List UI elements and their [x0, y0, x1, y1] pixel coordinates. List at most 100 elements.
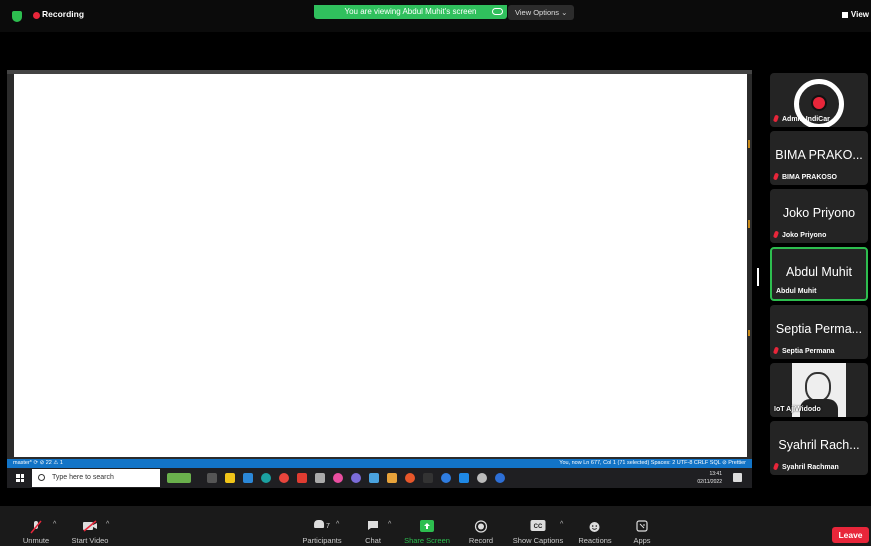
- participant-label: Septia Permana: [772, 346, 835, 355]
- avatar: [811, 95, 827, 111]
- participant-display-name: Syahril Rach...: [778, 438, 860, 452]
- apps-button[interactable]: Apps: [630, 506, 654, 546]
- grid-view-icon: [841, 12, 848, 18]
- office-icon: [297, 473, 307, 483]
- panel-resize-handle[interactable]: [757, 268, 759, 286]
- taskbar-search-box: Type here to search: [32, 469, 160, 487]
- scroll-marker: [748, 220, 750, 228]
- shared-content-area: [14, 74, 747, 457]
- viewing-share-banner: You are viewing Abdul Muhit's screen: [314, 5, 507, 19]
- participant-tile-septia-permana[interactable]: Septia Perma... Septia Permana: [770, 305, 868, 359]
- participant-label: Syahril Rachman: [772, 462, 839, 471]
- reactions-icon: [589, 522, 600, 532]
- shared-screen: [7, 70, 752, 466]
- app-icon: [477, 473, 487, 483]
- task-view-icon: [207, 473, 217, 483]
- chrome-icon: [279, 473, 289, 483]
- terminal-icon: [423, 473, 433, 483]
- status-left-text: master* ⟳ ⊘ 22 ⚠ 1: [13, 460, 63, 466]
- participants-count: 7: [326, 523, 330, 530]
- file-explorer-icon: [225, 473, 235, 483]
- participant-label: Joko Priyono: [772, 230, 826, 239]
- svg-text:CC: CC: [534, 524, 543, 530]
- view-button-label: View: [850, 10, 869, 19]
- clock-date: 02/11/2022: [697, 479, 722, 485]
- view-button[interactable]: View: [841, 10, 869, 19]
- record-button[interactable]: Record: [466, 506, 496, 546]
- scroll-marker: [748, 140, 750, 148]
- view-options-button[interactable]: View Options ⌄: [508, 5, 574, 20]
- mic-muted-icon: [772, 230, 780, 239]
- recording-label: Recording: [42, 9, 85, 19]
- participants-chevron-icon[interactable]: ^: [336, 521, 339, 528]
- captions-chevron-icon[interactable]: ^: [560, 521, 563, 528]
- start-video-button[interactable]: Start Video: [72, 506, 108, 546]
- app-icon: [387, 473, 397, 483]
- show-captions-label: Show Captions: [512, 536, 564, 545]
- meeting-toolbar: Unmute ^ Start Video ^ 7 Participants ^ …: [0, 506, 871, 546]
- participant-tile-syahril-rachman[interactable]: Syahril Rach... Syahril Rachman: [770, 421, 868, 475]
- app-icon: [333, 473, 343, 483]
- record-label: Record: [468, 536, 494, 545]
- meeting-topbar: Recording You are viewing Abdul Muhit's …: [0, 0, 871, 32]
- mic-muted-icon: [772, 172, 780, 181]
- status-right-text: You, now Ln 677, Col 1 (71 selected) Spa…: [559, 460, 746, 466]
- participants-label: Participants: [302, 536, 342, 545]
- participant-tile-iot-ajiwidodo[interactable]: IoT AjiWidodo: [770, 363, 868, 417]
- mail-icon: [243, 473, 253, 483]
- participant-label: Abdul Muhit: [776, 288, 817, 295]
- video-options-chevron-icon[interactable]: ^: [106, 521, 109, 528]
- recording-dot-icon: [33, 12, 40, 19]
- audio-options-chevron-icon[interactable]: ^: [53, 521, 56, 528]
- share-screen-icon: [420, 520, 434, 532]
- participant-label: BIMA PRAKOSO: [772, 172, 837, 181]
- mic-muted-icon: [772, 346, 780, 355]
- participant-label: IoT AjiWidodo: [774, 406, 821, 413]
- zoom-app-icon: [495, 473, 505, 483]
- participant-tile-abdul-muhit[interactable]: Abdul Muhit Abdul Muhit: [770, 247, 868, 301]
- chat-button[interactable]: Chat: [358, 506, 388, 546]
- app-icon: [369, 473, 379, 483]
- app-icon: [315, 473, 325, 483]
- participant-display-name: Abdul Muhit: [785, 265, 852, 279]
- participant-tile-admin-indicar[interactable]: Admin IndiCar: [770, 73, 868, 127]
- edge-icon: [261, 473, 271, 483]
- participant-tile-joko-priyono[interactable]: Joko Priyono Joko Priyono: [770, 189, 868, 243]
- windows-start-icon: [16, 474, 24, 482]
- share-screen-label: Share Screen: [404, 536, 450, 545]
- unmute-button[interactable]: Unmute: [20, 506, 52, 546]
- cloud-icon: [492, 8, 503, 15]
- apps-icon: [636, 520, 648, 532]
- clock-time: 13:41: [709, 471, 722, 477]
- system-clock: 13:41 02/11/2022: [697, 470, 722, 486]
- start-video-label: Start Video: [71, 536, 109, 545]
- app-icon: [441, 473, 451, 483]
- unmute-label: Unmute: [22, 536, 50, 545]
- app-icon: [405, 473, 415, 483]
- windows-taskbar: Type here to search 13:41 02/11/2022: [7, 468, 752, 488]
- widget-icon: [167, 473, 191, 483]
- participant-display-name: Septia Perma...: [775, 322, 863, 336]
- app-icon: [351, 473, 361, 483]
- chat-label: Chat: [365, 536, 381, 545]
- show-captions-button[interactable]: CC Show Captions: [513, 506, 563, 546]
- reactions-button[interactable]: Reactions: [578, 506, 612, 546]
- chat-chevron-icon[interactable]: ^: [388, 521, 391, 528]
- mic-off-icon: [30, 520, 42, 534]
- security-shield-icon[interactable]: [12, 11, 22, 22]
- share-screen-button[interactable]: Share Screen: [403, 506, 451, 546]
- record-icon: [474, 520, 488, 533]
- participant-tile-bima-prakoso[interactable]: BIMA PRAKO... BIMA PRAKOSO: [770, 131, 868, 185]
- scroll-marker: [748, 330, 750, 336]
- participant-display-name: BIMA PRAKO...: [775, 148, 863, 162]
- participant-label: Admin IndiCar: [772, 114, 830, 123]
- editor-status-bar: master* ⟳ ⊘ 22 ⚠ 1 You, now Ln 677, Col …: [7, 459, 752, 468]
- notification-icon: [733, 473, 742, 482]
- mic-muted-icon: [772, 462, 780, 471]
- participant-display-name: Joko Priyono: [782, 206, 856, 220]
- search-icon: [38, 474, 45, 481]
- video-off-icon: [83, 520, 97, 532]
- leave-button[interactable]: Leave: [832, 527, 869, 543]
- mic-muted-icon: [772, 114, 780, 123]
- captions-cc-icon: CC: [530, 520, 546, 531]
